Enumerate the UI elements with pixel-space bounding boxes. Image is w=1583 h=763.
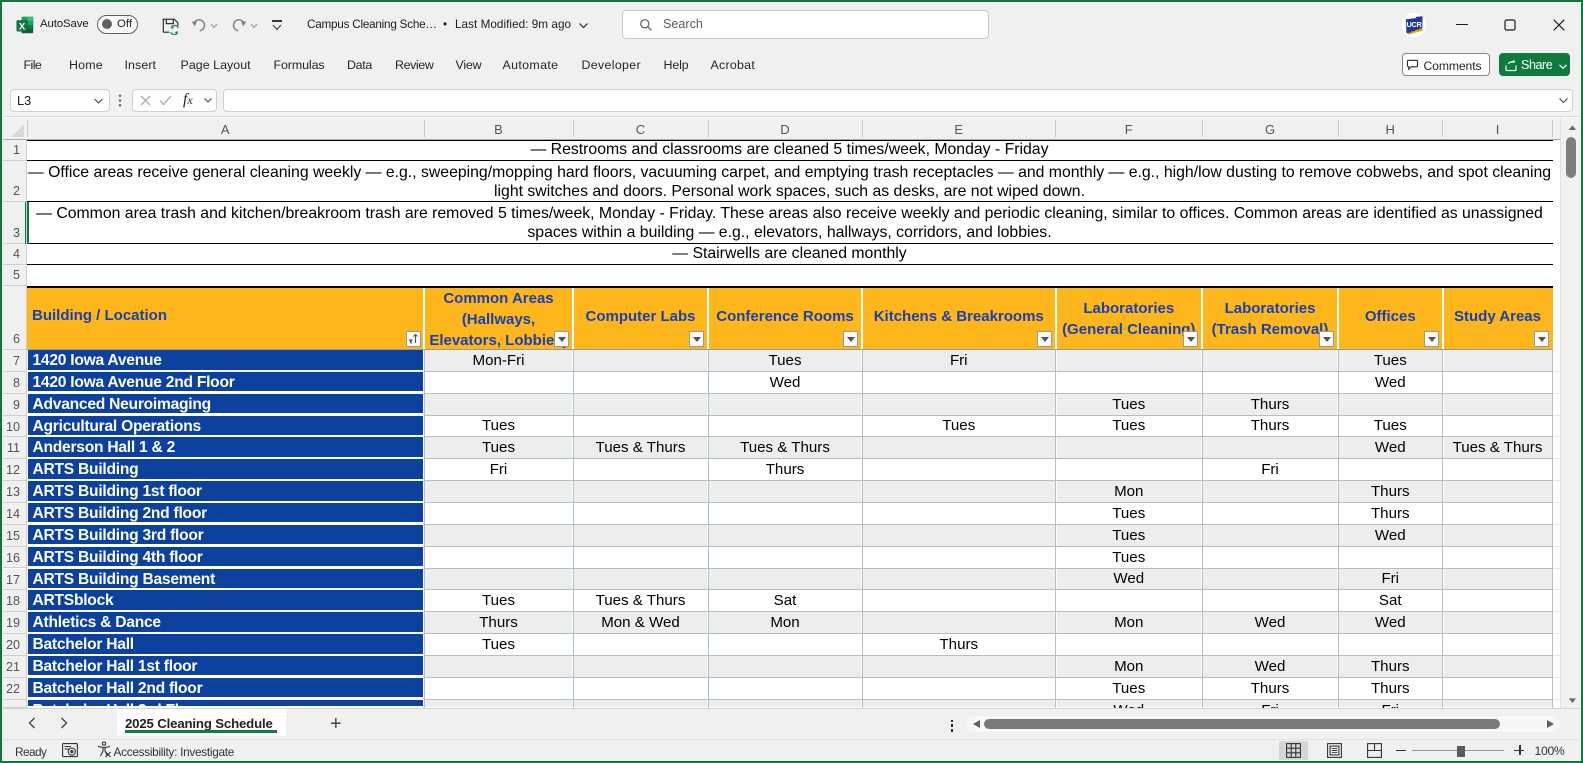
svg-text:UCR: UCR (1406, 20, 1422, 29)
svg-text:X: X (19, 21, 26, 32)
